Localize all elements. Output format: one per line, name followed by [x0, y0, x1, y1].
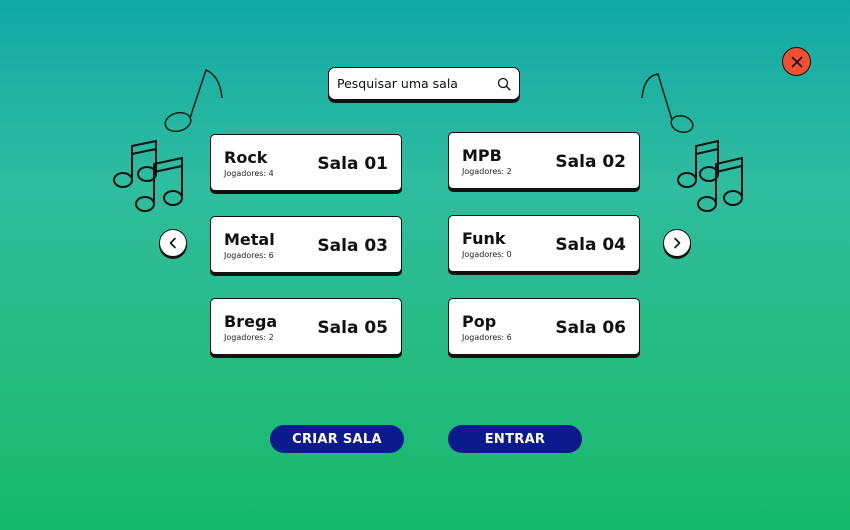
room-player-count: Jogadores: 4: [224, 169, 274, 178]
music-notes-right-icon: [677, 139, 743, 212]
chevron-right-icon: [674, 237, 681, 249]
room-player-count: Jogadores: 6: [224, 251, 274, 260]
room-genre: Brega: [224, 312, 278, 331]
room-name: Sala 06: [555, 318, 626, 338]
music-note-left-icon: [164, 69, 223, 133]
room-player-count: Jogadores: 2: [462, 167, 512, 176]
search-input[interactable]: [337, 76, 497, 91]
next-page-button[interactable]: [663, 229, 691, 257]
room-card[interactable]: Pop Jogadores: 6 Sala 06: [448, 298, 640, 355]
music-notes-left-icon: [113, 139, 183, 212]
room-genre: Funk: [462, 229, 506, 248]
room-name: Sala 04: [555, 235, 626, 255]
room-genre: Metal: [224, 230, 275, 249]
room-genre: Pop: [462, 312, 497, 331]
room-card[interactable]: Metal Jogadores: 6 Sala 03: [210, 216, 402, 273]
close-icon: [791, 56, 802, 67]
room-genre: MPB: [462, 146, 502, 165]
room-card[interactable]: Funk Jogadores: 0 Sala 04: [448, 215, 640, 272]
search-icon[interactable]: [497, 77, 511, 91]
room-player-count: Jogadores: 0: [462, 250, 512, 259]
chevron-left-icon: [169, 237, 176, 249]
room-name: Sala 05: [317, 318, 388, 338]
previous-page-button[interactable]: [159, 229, 187, 257]
room-genre: Rock: [224, 148, 268, 167]
search-box[interactable]: [328, 67, 520, 100]
room-card[interactable]: Brega Jogadores: 2 Sala 05: [210, 298, 402, 355]
music-note-right-icon: [641, 73, 694, 133]
create-room-button[interactable]: CRIAR SALA: [270, 425, 404, 453]
room-name: Sala 01: [317, 154, 388, 174]
room-name: Sala 02: [555, 152, 626, 172]
room-name: Sala 03: [317, 236, 388, 256]
room-player-count: Jogadores: 6: [462, 333, 512, 342]
close-button[interactable]: [782, 47, 811, 76]
enter-room-button[interactable]: ENTRAR: [448, 425, 582, 453]
room-card[interactable]: Rock Jogadores: 4 Sala 01: [210, 134, 402, 191]
room-player-count: Jogadores: 2: [224, 333, 274, 342]
room-card[interactable]: MPB Jogadores: 2 Sala 02: [448, 132, 640, 189]
